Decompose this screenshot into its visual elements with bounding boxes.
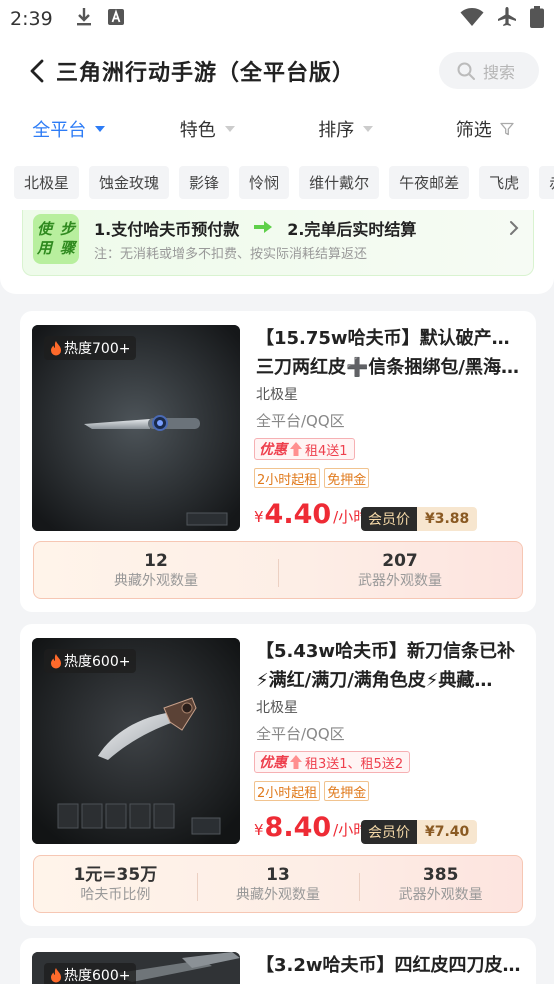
caret-down-icon bbox=[363, 126, 374, 132]
stat-item: 207 武器外观数量 bbox=[278, 551, 522, 590]
filter-label: 排序 bbox=[318, 120, 355, 141]
listing-stats: 1元=35万 哈夫币比例 13 典藏外观数量 385 武器外观数量 bbox=[33, 855, 523, 913]
download-icon bbox=[75, 7, 93, 31]
arrow-up-icon bbox=[290, 755, 302, 769]
flame-icon bbox=[51, 967, 61, 982]
flame-icon bbox=[51, 340, 61, 355]
tag-chip[interactable]: 午夜邮差 bbox=[389, 165, 470, 199]
tag-chip[interactable]: 北极星 bbox=[14, 165, 80, 199]
battery-icon bbox=[530, 6, 544, 32]
step-one: 1.支付哈夫币预付款 bbox=[94, 220, 240, 239]
filter-platform[interactable]: 全平台 bbox=[0, 104, 139, 154]
header: 三角洲行动手游（全平台版） 搜索 bbox=[0, 38, 554, 104]
chip-min-hours: 2小时起租 bbox=[254, 781, 321, 801]
funnel-icon bbox=[500, 122, 514, 136]
promo-badge: 优惠 租4送1 bbox=[254, 438, 355, 460]
tag-chip[interactable]: 怜悯 bbox=[239, 165, 290, 199]
tag-chip[interactable]: 飞虎 bbox=[479, 165, 530, 199]
search-icon bbox=[457, 62, 475, 80]
heat-badge: 热度600+ bbox=[44, 963, 137, 984]
chip-no-deposit: 免押金 bbox=[324, 781, 370, 801]
filter-screen[interactable]: 筛选 bbox=[416, 104, 554, 154]
caret-down-icon bbox=[224, 126, 235, 132]
listing-card[interactable]: 热度600+ 【3.2w哈夫币】四红皮四刀皮|女 bbox=[20, 938, 536, 984]
member-price-badge: 会员价 ¥3.88 bbox=[361, 507, 478, 531]
member-price-badge: 会员价 ¥7.40 bbox=[361, 820, 478, 844]
airplane-icon bbox=[496, 6, 518, 32]
listing-thumbnail: 热度600+ bbox=[32, 638, 240, 844]
price: ¥ 8.40 /小时 bbox=[254, 812, 369, 843]
search-placeholder: 搜索 bbox=[483, 62, 516, 82]
font-icon bbox=[107, 8, 125, 30]
promo-badge: 优惠 租3送1、租5送2 bbox=[254, 751, 411, 773]
listing-stats: 12 典藏外观数量 207 武器外观数量 bbox=[33, 541, 523, 599]
tag-chip[interactable]: 维什戴尔 bbox=[299, 165, 380, 199]
price-value: 4.40 bbox=[264, 499, 332, 530]
rental-chips: 2小时起租 免押金 bbox=[254, 781, 370, 801]
filter-bar: 全平台 特色 排序 筛选 bbox=[0, 104, 554, 154]
back-button[interactable] bbox=[22, 56, 52, 86]
heat-badge: 热度700+ bbox=[44, 336, 137, 360]
listing-region: 北极星 bbox=[256, 387, 298, 403]
step-two: 2.完单后实时结算 bbox=[287, 220, 417, 239]
listing-card[interactable]: 热度700+ 【15.75w哈夫币】默认破产号） 三刀两红皮➕信条捆绑包/黑海…… bbox=[20, 311, 536, 612]
listing-title: 【5.43w哈夫币】新刀信条已补 ⚡满红/满刀/满角色皮⚡典藏… bbox=[256, 641, 516, 691]
skin-tags: 北极星 蚀金玫瑰 影锋 怜悯 维什戴尔 午夜邮差 飞虎 赤 bbox=[0, 154, 554, 210]
page-title: 三角洲行动手游（全平台版） bbox=[56, 61, 356, 86]
filter-label: 特色 bbox=[179, 120, 216, 141]
chevron-left-icon bbox=[30, 59, 44, 83]
arrow-up-icon bbox=[290, 442, 302, 456]
filter-sort[interactable]: 排序 bbox=[277, 104, 416, 154]
stat-item: 12 典藏外观数量 bbox=[114, 550, 198, 589]
stat-item: 13 典藏外观数量 bbox=[196, 865, 360, 904]
listing-thumbnail: 热度700+ bbox=[32, 325, 240, 531]
chip-min-hours: 2小时起租 bbox=[254, 468, 321, 488]
filter-label: 筛选 bbox=[455, 120, 492, 141]
listing-platform: 全平台/QQ区 bbox=[256, 412, 345, 430]
arrow-right-icon bbox=[253, 219, 273, 238]
listing-thumbnail: 热度600+ bbox=[32, 952, 240, 984]
chevron-right-icon bbox=[510, 221, 519, 235]
tag-chip[interactable]: 赤 bbox=[539, 165, 554, 199]
stat-item: 1元=35万 哈夫币比例 bbox=[73, 864, 158, 903]
status-time: 2:39 bbox=[10, 8, 53, 30]
usage-steps-banner[interactable]: 使用 步骤 1.支付哈夫币预付款 2.完单后实时结算 注：无消耗或增多不扣费、按实… bbox=[22, 210, 534, 276]
usage-steps-section: 使用 步骤 1.支付哈夫币预付款 2.完单后实时结算 注：无消耗或增多不扣费、按实… bbox=[0, 210, 554, 294]
price-value: 8.40 bbox=[264, 812, 332, 843]
listing-title: 【15.75w哈夫币】默认破产号） 三刀两红皮➕信条捆绑包/黑海… bbox=[256, 328, 524, 378]
listing-platform: 全平台/QQ区 bbox=[256, 725, 345, 743]
search-input[interactable]: 搜索 bbox=[439, 52, 539, 89]
chip-no-deposit: 免押金 bbox=[324, 468, 370, 488]
steps-note: 注：无消耗或增多不扣费、按实际消耗结算返还 bbox=[94, 247, 368, 262]
rental-chips: 2小时起租 免押金 bbox=[254, 468, 370, 488]
tag-chip[interactable]: 蚀金玫瑰 bbox=[89, 165, 170, 199]
stat-item: 385 武器外观数量 bbox=[359, 865, 522, 904]
status-bar: 2:39 bbox=[0, 0, 554, 38]
wifi-icon bbox=[460, 7, 484, 31]
listing-title: 【3.2w哈夫币】四红皮四刀皮|女 bbox=[256, 955, 524, 976]
listing-card[interactable]: 热度600+ 【5.43w哈夫币】新刀信条已补 ⚡满红/满刀/满角色皮⚡典藏… … bbox=[20, 624, 536, 926]
heat-badge: 热度600+ bbox=[44, 649, 137, 673]
steps-main: 1.支付哈夫币预付款 2.完单后实时结算 bbox=[94, 216, 416, 240]
steps-badge: 使用 步骤 bbox=[33, 214, 79, 264]
filter-features[interactable]: 特色 bbox=[139, 104, 278, 154]
listing-region: 北极星 bbox=[256, 700, 298, 716]
flame-icon bbox=[51, 653, 61, 668]
price: ¥ 4.40 /小时 bbox=[254, 499, 369, 530]
filter-label: 全平台 bbox=[32, 120, 87, 141]
caret-down-icon bbox=[95, 126, 106, 132]
tag-chip[interactable]: 影锋 bbox=[179, 165, 230, 199]
